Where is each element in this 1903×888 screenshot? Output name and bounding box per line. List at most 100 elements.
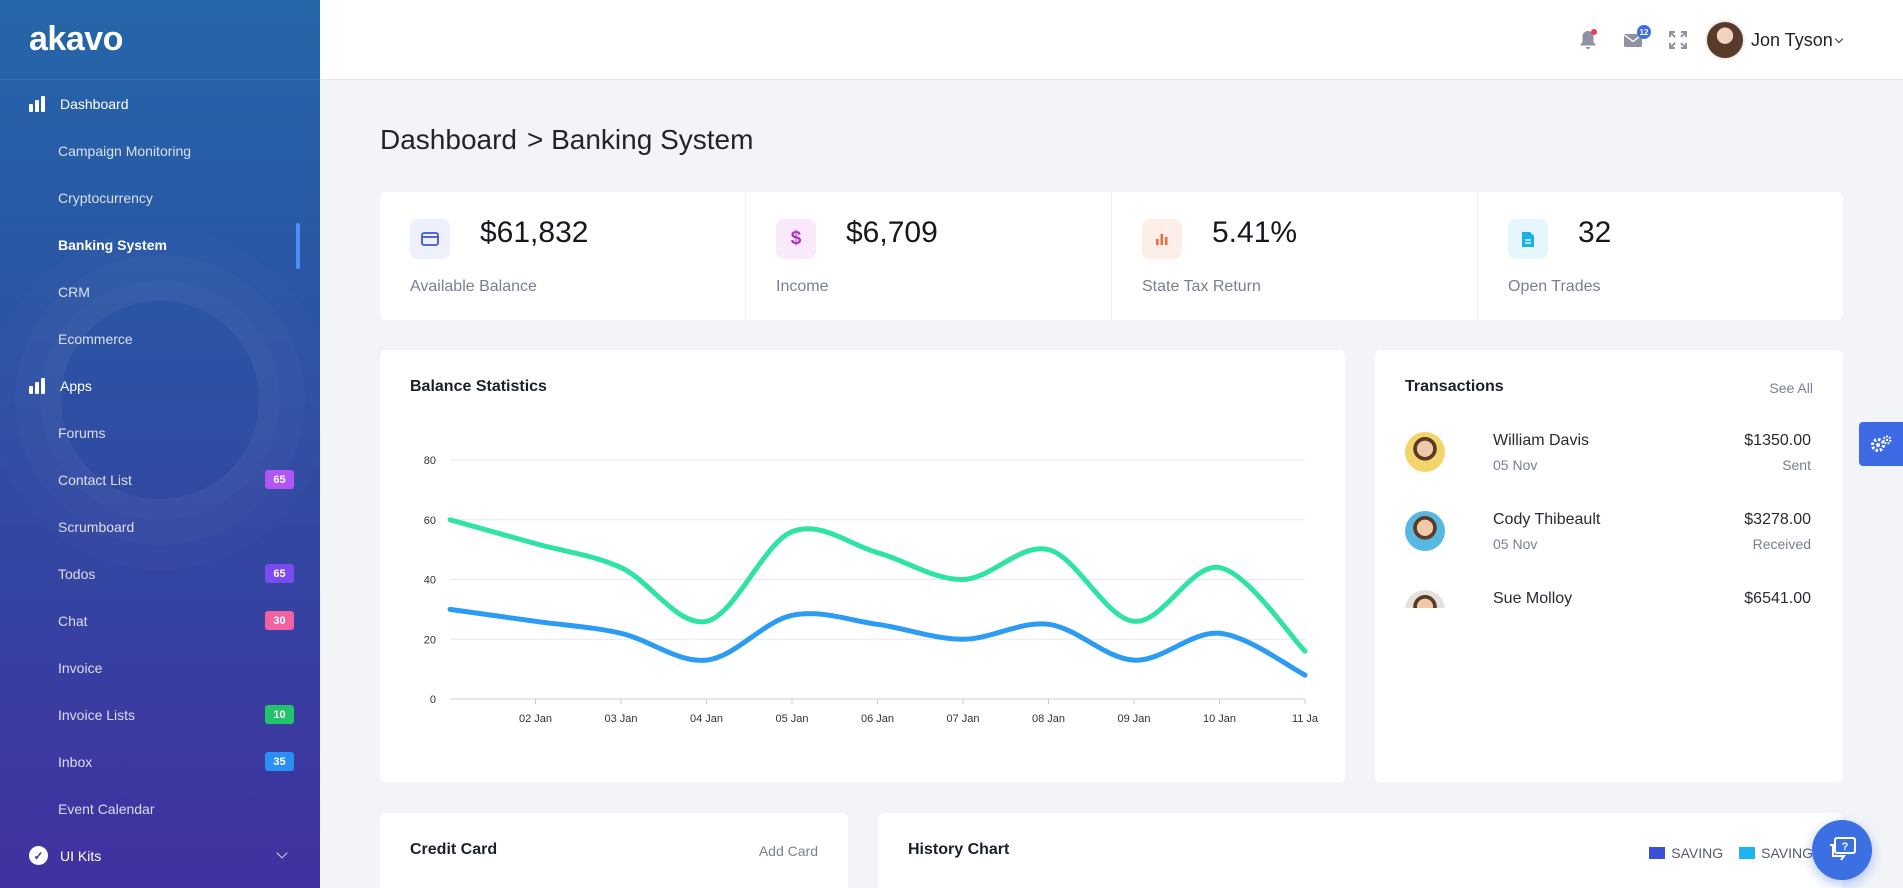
transaction-status: Received	[1752, 536, 1811, 552]
transactions-list: William Davis 05 Nov $1350.00 Sent Cody Thib…	[1405, 420, 1811, 608]
settings-gear-button[interactable]	[1859, 422, 1903, 466]
transaction-row[interactable]: William Davis 05 Nov $1350.00 Sent	[1405, 420, 1811, 499]
user-name[interactable]: Jon Tyson	[1751, 30, 1833, 51]
chevron-down-icon[interactable]	[276, 847, 288, 859]
transaction-amount: $6541.00	[1744, 590, 1811, 607]
sidebar-item-label: Campaign Monitoring	[58, 142, 192, 159]
x-tick-label: 10 Jan	[1203, 713, 1236, 725]
card-title: History Chart	[908, 841, 1010, 858]
document-icon	[1508, 219, 1548, 259]
sidebar: akavo Dashboard Campaign Monitoring Crypto…	[0, 0, 320, 888]
y-tick-label: 60	[424, 515, 436, 527]
stat-value: $6,709	[846, 216, 938, 249]
sidebar-item-ui-kits[interactable]: ✓ UI Kits	[0, 832, 320, 879]
logo[interactable]: akavo	[29, 20, 123, 59]
sidebar-item-label: Todos	[58, 565, 96, 582]
sidebar-item-contact-list[interactable]: Contact List 65	[0, 456, 320, 503]
sidebar-item-inbox[interactable]: Inbox 35	[0, 738, 320, 785]
help-chat-button[interactable]: ?	[1812, 820, 1872, 880]
history-legend: SAVING SAVING	[1649, 845, 1813, 861]
transaction-date: 05 Nov	[1493, 457, 1538, 473]
transaction-amount: $3278.00	[1744, 511, 1811, 528]
sidebar-item-label: Apps	[60, 377, 92, 394]
sidebar-item-campaign-monitoring[interactable]: Campaign Monitoring	[0, 127, 320, 174]
legend-item[interactable]: SAVING	[1649, 845, 1723, 861]
transaction-row[interactable]: Sue Molloy05 Nov$6541.00Decline	[1405, 578, 1811, 608]
chevron-down-icon[interactable]	[1834, 34, 1844, 44]
credit-card-icon	[410, 219, 450, 259]
sidebar-item-dashboard[interactable]: Dashboard	[0, 80, 320, 127]
sidebar-item-apps[interactable]: Apps	[0, 362, 320, 409]
add-card-link[interactable]: Add Card	[759, 843, 818, 859]
svg-text:?: ?	[1842, 841, 1849, 853]
history-chart-card: History Chart SAVING SAVING	[878, 813, 1843, 888]
stat-label: Open Trades	[1508, 278, 1601, 295]
sidebar-item-forums[interactable]: Forums	[0, 409, 320, 456]
fullscreen-icon[interactable]	[1666, 28, 1690, 52]
sidebar-item-event-calendar[interactable]: Event Calendar	[0, 785, 320, 832]
sidebar-item-label: Chat	[58, 612, 88, 629]
count-badge: 35	[265, 752, 294, 771]
y-tick-label: 0	[430, 694, 436, 706]
breadcrumb-current: > Banking System	[526, 124, 754, 155]
y-tick-label: 40	[424, 575, 436, 587]
x-tick-label: 03 Jan	[604, 713, 637, 725]
dollar-icon: $	[776, 219, 816, 259]
sidebar-item-label: Invoice	[58, 659, 103, 676]
series-line	[447, 517, 1308, 654]
sidebar-item-ecommerce[interactable]: Ecommerce	[0, 315, 320, 362]
check-circle-icon: ✓	[29, 846, 48, 865]
stats-row: $61,832 Available Balance $ $6,709 Income 5.4…	[380, 192, 1843, 320]
stat-label: Available Balance	[410, 278, 537, 295]
y-tick-label: 80	[424, 455, 436, 467]
sidebar-item-label: Forums	[58, 424, 106, 441]
avatar	[1405, 590, 1445, 608]
sidebar-item-todos[interactable]: Todos 65	[0, 550, 320, 597]
sidebar-item-scrumboard[interactable]: Scrumboard	[0, 503, 320, 550]
count-badge: 10	[265, 705, 294, 724]
notifications-bell-icon[interactable]	[1576, 28, 1600, 52]
messages-envelope-icon[interactable]: 12	[1621, 25, 1651, 52]
x-tick-label: 02 Jan	[519, 713, 552, 725]
sidebar-item-label: CRM	[58, 283, 90, 300]
see-all-link[interactable]: See All	[1769, 380, 1813, 396]
transaction-row[interactable]: Cody Thibeault 05 Nov $3278.00 Received	[1405, 499, 1811, 578]
sidebar-item-cryptocurrency[interactable]: Cryptocurrency	[0, 174, 320, 221]
balance-line-chart: 0 20 40 60 80 02 Jan 03 Jan 04 Jan 05 Jan 06 Jan 0…	[424, 455, 1319, 725]
breadcrumb-root[interactable]: Dashboard	[380, 124, 517, 155]
x-tick-label: 11 Ja	[1292, 713, 1319, 725]
transaction-amount: $1350.00	[1744, 432, 1811, 449]
sidebar-item-invoice-lists[interactable]: Invoice Lists 10	[0, 691, 320, 738]
stat-card: $61,832 Available Balance	[380, 192, 746, 320]
count-badge: 65	[265, 470, 294, 489]
chat-help-icon: ?	[1830, 837, 1856, 861]
sidebar-item-label: Inbox	[58, 753, 93, 770]
sidebar-item-invoice[interactable]: Invoice	[0, 644, 320, 691]
sidebar-item-label: Scrumboard	[58, 518, 135, 535]
legend-label: SAVING	[1671, 845, 1724, 861]
logo-bar: akavo	[0, 0, 320, 80]
y-tick-label: 20	[424, 634, 436, 646]
sidebar-item-label: Event Calendar	[58, 800, 155, 817]
user-avatar[interactable]	[1705, 20, 1745, 60]
legend-item[interactable]: SAVING	[1739, 845, 1813, 861]
stat-label: Income	[776, 278, 829, 295]
sidebar-item-label: Invoice Lists	[58, 706, 136, 723]
card-title: Credit Card	[410, 841, 498, 858]
stat-label: State Tax Return	[1142, 278, 1261, 295]
transaction-name: William Davis	[1493, 432, 1589, 449]
avatar	[1405, 511, 1445, 551]
stat-value: $61,832	[480, 216, 589, 249]
sidebar-item-chat[interactable]: Chat 30	[0, 597, 320, 644]
sidebar-item-label: UI Kits	[60, 847, 102, 864]
avatar	[1405, 432, 1445, 472]
sidebar-item-label: Contact List	[58, 471, 132, 488]
x-tick-label: 04 Jan	[690, 713, 723, 725]
card-title: Transactions	[1405, 378, 1504, 395]
sidebar-item-banking-system[interactable]: Banking System	[0, 221, 320, 269]
x-tick-label: 07 Jan	[946, 713, 979, 725]
sidebar-item-label: Dashboard	[60, 95, 129, 112]
x-tick-label: 09 Jan	[1117, 713, 1150, 725]
sidebar-item-crm[interactable]: CRM	[0, 268, 320, 315]
transaction-date: 05 Nov	[1493, 536, 1538, 552]
